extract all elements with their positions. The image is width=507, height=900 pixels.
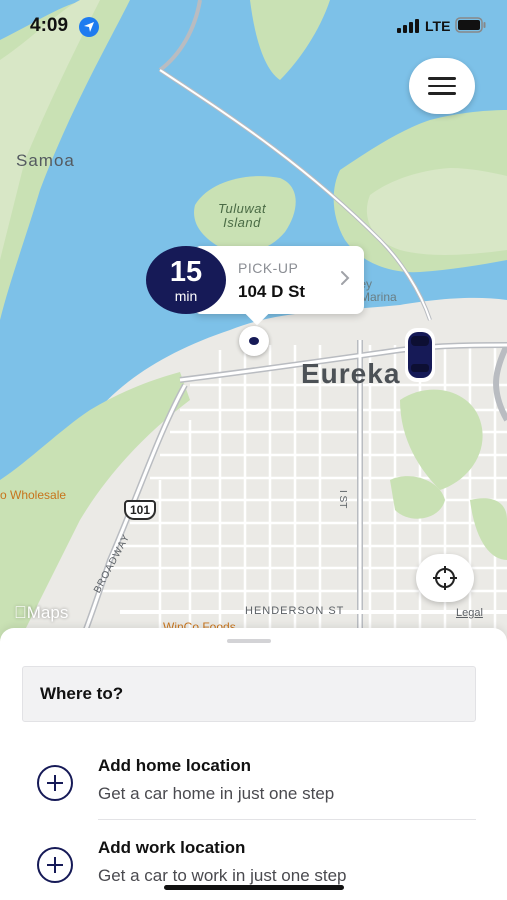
- map-label-city: Eureka: [301, 358, 401, 389]
- chevron-right-icon: [341, 271, 350, 285]
- menu-button[interactable]: [409, 58, 475, 114]
- apple-logo-icon: : [14, 603, 27, 622]
- home-indicator[interactable]: [164, 885, 344, 890]
- bottom-sheet: Where to? Add home location Get a car ho…: [0, 628, 507, 900]
- eta-unit: min: [174, 288, 198, 304]
- add-circle-icon: [37, 847, 73, 883]
- row-divider: [98, 819, 476, 820]
- pickup-label: PICK-UP: [238, 260, 299, 276]
- map-label-island: Tuluwat Island: [218, 202, 266, 230]
- work-title: Add work location: [98, 838, 246, 857]
- work-subtitle: Get a car to work in just one step: [98, 866, 347, 885]
- add-home-location-row[interactable]: Add home location Get a car home in just…: [0, 753, 507, 829]
- status-time: 4:09: [30, 15, 69, 36]
- map-label-island-line1: Tuluwat: [218, 201, 267, 216]
- map-label-henderson: HENDERSON ST: [245, 605, 345, 617]
- battery-icon: [455, 17, 486, 33]
- legal-link[interactable]: Legal: [456, 607, 483, 619]
- network-type: LTE: [425, 18, 451, 34]
- pickup-pin-icon: [239, 326, 269, 356]
- eta-badge: 15 min: [146, 246, 226, 314]
- destination-search[interactable]: Where to?: [22, 666, 476, 722]
- location-arrow-icon: [79, 17, 99, 37]
- status-bar: 4:09 LTE: [0, 0, 507, 50]
- add-work-location-row[interactable]: Add work location Get a car to work in j…: [0, 835, 507, 900]
- car-icon: [405, 328, 435, 382]
- recenter-button[interactable]: [416, 554, 474, 602]
- highway-shield-icon: 101: [124, 500, 156, 520]
- maps-brand-label: Maps: [14, 603, 68, 622]
- map-label-samoa: Samoa: [16, 151, 75, 170]
- sheet-grabber[interactable]: [227, 639, 271, 643]
- add-circle-icon: [37, 765, 73, 801]
- destination-placeholder: Where to?: [40, 684, 124, 703]
- map-label-island-line2: Island: [223, 215, 261, 230]
- map-label-i-street: I ST: [337, 490, 348, 509]
- home-subtitle: Get a car home in just one step: [98, 784, 335, 803]
- home-title: Add home location: [98, 756, 251, 775]
- pickup-address: 104 D St: [238, 282, 306, 301]
- map-label-wholesale: o Wholesale: [0, 488, 67, 502]
- signal-icon: [397, 19, 419, 33]
- hamburger-icon: [428, 77, 456, 80]
- eta-value: 15: [169, 256, 203, 288]
- crosshair-icon: [433, 566, 457, 590]
